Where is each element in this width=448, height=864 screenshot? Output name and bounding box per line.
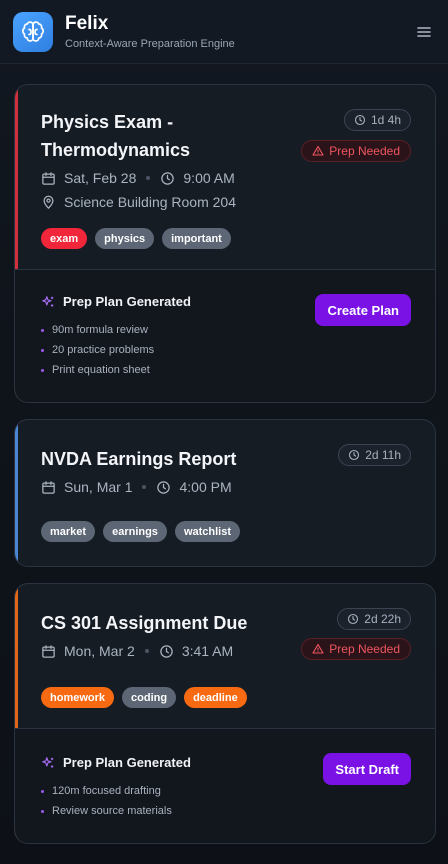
- sparkles-icon: [42, 295, 54, 307]
- clock-icon: [161, 171, 175, 185]
- clock-icon: [348, 613, 359, 625]
- app-header: Felix Context-Aware Preparation Engine: [0, 0, 448, 64]
- tag[interactable]: watchlist: [174, 521, 241, 542]
- event-title: CS 301 Assignment Due: [41, 613, 248, 633]
- event-date: Mon, Mar 2: [64, 643, 135, 659]
- prep-needed-badge: Prep Needed: [301, 140, 411, 162]
- app-root: Felix Context-Aware Preparation Engine P…: [0, 0, 448, 864]
- brain-icon: [13, 11, 53, 52]
- event-datetime: Sat, Feb 28 9:00 AM: [41, 170, 409, 186]
- event-card[interactable]: Physics Exam - Thermodynamics 1d 4h Prep…: [14, 84, 436, 403]
- tag[interactable]: exam: [41, 228, 88, 249]
- list-item: Review source materials: [41, 801, 409, 821]
- tag[interactable]: coding: [122, 687, 177, 708]
- countdown-text: 2d 22h: [364, 612, 401, 626]
- prep-plan-panel: Prep Plan Generated 120m focused draftin…: [15, 728, 435, 843]
- clock-icon: [160, 644, 173, 658]
- tag-list: homework coding deadline: [41, 687, 409, 708]
- app-tagline: Context-Aware Preparation Engine: [65, 38, 235, 50]
- calendar-icon: [42, 644, 55, 658]
- event-time: 9:00 AM: [183, 170, 235, 186]
- start-draft-button[interactable]: Start Draft: [323, 753, 411, 785]
- list-item: 20 practice problems: [41, 340, 409, 360]
- clock-icon: [349, 449, 360, 461]
- calendar-icon: [42, 480, 55, 494]
- tag-list: market earnings watchlist: [41, 521, 409, 542]
- tag[interactable]: earnings: [103, 521, 167, 542]
- app-name: Felix: [65, 13, 109, 34]
- sparkles-icon: [42, 756, 54, 768]
- tag[interactable]: homework: [41, 687, 115, 708]
- brand: Felix Context-Aware Preparation Engine: [65, 13, 414, 50]
- countdown-badge: 2d 11h: [338, 444, 411, 466]
- prep-needed-badge: Prep Needed: [301, 638, 411, 660]
- map-pin-icon: [43, 195, 54, 209]
- event-date: Sun, Mar 1: [64, 479, 133, 495]
- tag[interactable]: market: [41, 521, 96, 542]
- tag-list: exam physics important: [41, 228, 409, 249]
- event-datetime: Sun, Mar 1 4:00 PM: [41, 479, 409, 495]
- tag[interactable]: deadline: [184, 687, 247, 708]
- warning-icon: [312, 145, 324, 156]
- event-list: Physics Exam - Thermodynamics 1d 4h Prep…: [0, 64, 448, 844]
- list-item: Print equation sheet: [41, 360, 409, 380]
- prep-plan-panel: Prep Plan Generated 90m formula review 2…: [15, 269, 435, 402]
- warning-icon: [312, 643, 324, 654]
- prep-status-text: Prep Needed: [329, 642, 400, 656]
- countdown-text: 2d 11h: [365, 448, 401, 462]
- event-time: 4:00 PM: [179, 479, 232, 495]
- event-title: Physics Exam - Thermodynamics: [41, 112, 191, 160]
- separator-dot: [146, 176, 151, 180]
- menu-icon[interactable]: [414, 22, 434, 42]
- tag[interactable]: physics: [95, 228, 155, 249]
- event-location: Science Building Room 204: [41, 194, 409, 210]
- prep-plan-list: 120m focused drafting Review source mate…: [41, 781, 409, 821]
- clock-icon: [354, 114, 366, 126]
- create-plan-button[interactable]: Create Plan: [315, 294, 411, 326]
- event-time: 3:41 AM: [181, 643, 234, 659]
- event-card[interactable]: NVDA Earnings Report 2d 11h Sun, Mar 1 4…: [14, 419, 436, 567]
- prep-plan-list: 90m formula review 20 practice problems …: [41, 320, 409, 380]
- countdown-text: 1d 4h: [370, 113, 401, 127]
- event-date: Sat, Feb 28: [64, 170, 137, 186]
- separator-dot: [144, 649, 149, 653]
- countdown-badge: 2d 22h: [337, 608, 411, 630]
- countdown-badge: 1d 4h: [343, 109, 411, 131]
- event-title: NVDA Earnings Report: [41, 449, 237, 469]
- tag[interactable]: important: [162, 228, 231, 249]
- location-text: Science Building Room 204: [64, 194, 236, 210]
- calendar-icon: [42, 171, 55, 185]
- clock-icon: [157, 480, 171, 494]
- prep-status-text: Prep Needed: [329, 144, 400, 158]
- separator-dot: [142, 485, 147, 489]
- event-card[interactable]: CS 301 Assignment Due 2d 22h Prep Needed…: [14, 583, 436, 844]
